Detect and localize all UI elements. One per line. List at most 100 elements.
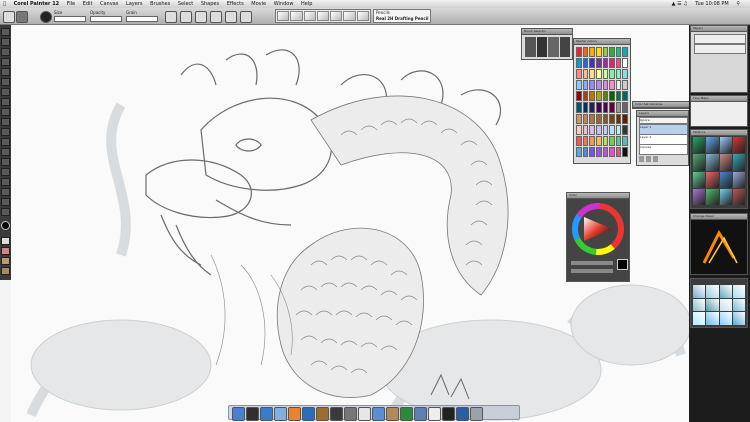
menu-layers[interactable]: Layers bbox=[126, 0, 143, 8]
menu-edit[interactable]: Edit bbox=[83, 0, 93, 8]
brush-thumb[interactable] bbox=[525, 37, 536, 57]
size-slider[interactable] bbox=[54, 16, 86, 22]
brush-thumb[interactable] bbox=[536, 37, 547, 57]
color-swatch[interactable] bbox=[609, 124, 615, 135]
pattern-thumb[interactable] bbox=[706, 154, 719, 171]
flow-map-preview[interactable] bbox=[699, 228, 739, 268]
color-swatch[interactable] bbox=[589, 69, 595, 80]
pen-tool-icon[interactable] bbox=[1, 138, 10, 146]
mirror-tool-icon[interactable] bbox=[1, 168, 10, 176]
bridge-icon[interactable] bbox=[316, 407, 329, 421]
transform-icon[interactable] bbox=[1, 78, 10, 86]
color-swatch[interactable] bbox=[589, 124, 595, 135]
zoom-icon[interactable] bbox=[1, 208, 10, 216]
dashboard-icon[interactable] bbox=[246, 407, 259, 421]
menu-select[interactable]: Select bbox=[178, 0, 193, 8]
reset-tool-icon[interactable] bbox=[16, 11, 28, 23]
media-thumb[interactable] bbox=[732, 298, 745, 312]
finder-icon[interactable] bbox=[232, 407, 245, 421]
color-swatch[interactable] bbox=[582, 58, 589, 69]
pattern-thumb[interactable] bbox=[693, 171, 706, 188]
x11-icon[interactable] bbox=[442, 407, 455, 421]
media-thumb[interactable] bbox=[706, 312, 719, 325]
color-swatch[interactable] bbox=[609, 135, 615, 146]
nozzle-selector-icon[interactable] bbox=[1, 267, 10, 275]
color-set-libraries-tab[interactable]: Color Set Libraries bbox=[632, 101, 690, 109]
stroke-option-icon[interactable] bbox=[180, 11, 192, 23]
media-thumb[interactable] bbox=[719, 285, 732, 298]
color-swatch[interactable] bbox=[582, 102, 589, 113]
color-swatch[interactable] bbox=[622, 113, 628, 124]
media-thumb[interactable] bbox=[706, 298, 719, 312]
color-swatch[interactable] bbox=[589, 135, 595, 146]
color-swatch[interactable] bbox=[576, 113, 582, 124]
color-swatch[interactable] bbox=[609, 69, 615, 80]
menu-canvas[interactable]: Canvas bbox=[100, 0, 118, 8]
shape-tool-icon[interactable] bbox=[1, 128, 10, 136]
pattern-thumb[interactable] bbox=[706, 137, 719, 154]
ichat-icon[interactable] bbox=[400, 407, 413, 421]
magic-wand-icon[interactable] bbox=[1, 98, 10, 106]
color-swatch[interactable] bbox=[576, 146, 582, 157]
itunes-icon[interactable] bbox=[274, 407, 287, 421]
color-slider[interactable] bbox=[571, 269, 613, 273]
crop-icon[interactable] bbox=[1, 108, 10, 116]
textedit-icon[interactable] bbox=[428, 407, 441, 421]
brush-thumb[interactable] bbox=[559, 37, 570, 57]
color-swatch[interactable] bbox=[622, 69, 628, 80]
color-wheel[interactable] bbox=[572, 201, 624, 257]
color-swatch[interactable] bbox=[602, 102, 609, 113]
color-swatch[interactable] bbox=[576, 47, 582, 58]
menu-file[interactable]: File bbox=[67, 0, 75, 8]
menu-effects[interactable]: Effects bbox=[227, 0, 244, 8]
color-swatch[interactable] bbox=[589, 91, 595, 102]
delete-layer-icon[interactable] bbox=[646, 156, 651, 162]
spotlight-icon[interactable]: ⚲ bbox=[736, 0, 740, 8]
color-swatch[interactable] bbox=[609, 146, 615, 157]
color-swatch[interactable] bbox=[595, 69, 602, 80]
dropper-tool-icon[interactable] bbox=[1, 38, 10, 46]
app-menu[interactable]: Corel Painter 12 bbox=[14, 0, 60, 8]
pattern-thumb[interactable] bbox=[732, 188, 745, 205]
paper-slider[interactable] bbox=[694, 44, 746, 54]
color-swatch[interactable] bbox=[602, 113, 609, 124]
color-swatch[interactable] bbox=[609, 91, 615, 102]
recent-brush[interactable] bbox=[343, 11, 356, 21]
color-swatch[interactable] bbox=[602, 69, 609, 80]
color-swatch[interactable] bbox=[622, 58, 628, 69]
color-swatch[interactable] bbox=[595, 113, 602, 124]
color-swatch[interactable] bbox=[595, 102, 602, 113]
color-swatch[interactable] bbox=[615, 146, 622, 157]
paper-selector-icon[interactable] bbox=[1, 237, 10, 245]
lasso-icon[interactable] bbox=[1, 88, 10, 96]
word-icon[interactable] bbox=[456, 407, 469, 421]
color-swatch[interactable] bbox=[595, 80, 602, 91]
color-swatch[interactable] bbox=[602, 91, 609, 102]
photoshop-icon[interactable] bbox=[302, 407, 315, 421]
pattern-thumb[interactable] bbox=[706, 171, 719, 188]
color-slider[interactable] bbox=[571, 261, 613, 265]
color-swatch[interactable] bbox=[576, 69, 582, 80]
layer-options-icon[interactable] bbox=[653, 156, 658, 162]
color-swatch[interactable] bbox=[615, 135, 622, 146]
cloner-icon[interactable] bbox=[1, 178, 10, 186]
color-swatch[interactable] bbox=[582, 47, 589, 58]
color-swatch[interactable] bbox=[609, 47, 615, 58]
stroke-option-icon[interactable] bbox=[165, 11, 177, 23]
color-swatch[interactable] bbox=[609, 80, 615, 91]
trash-icon[interactable] bbox=[470, 407, 483, 421]
media-thumb[interactable] bbox=[693, 298, 706, 312]
color-swatch[interactable] bbox=[576, 58, 582, 69]
pattern-thumb[interactable] bbox=[693, 154, 706, 171]
pattern-thumb[interactable] bbox=[732, 171, 745, 188]
media-thumb[interactable] bbox=[706, 285, 719, 298]
brush-tool-icon[interactable] bbox=[3, 11, 15, 23]
color-swatch[interactable] bbox=[615, 113, 622, 124]
painter-icon[interactable] bbox=[330, 407, 343, 421]
color-swatch[interactable] bbox=[615, 91, 622, 102]
divine-proportion-icon[interactable] bbox=[1, 148, 10, 156]
color-swatch[interactable] bbox=[576, 102, 582, 113]
safari-icon[interactable] bbox=[260, 407, 273, 421]
color-swatch[interactable] bbox=[622, 91, 628, 102]
pattern-thumb[interactable] bbox=[719, 137, 732, 154]
